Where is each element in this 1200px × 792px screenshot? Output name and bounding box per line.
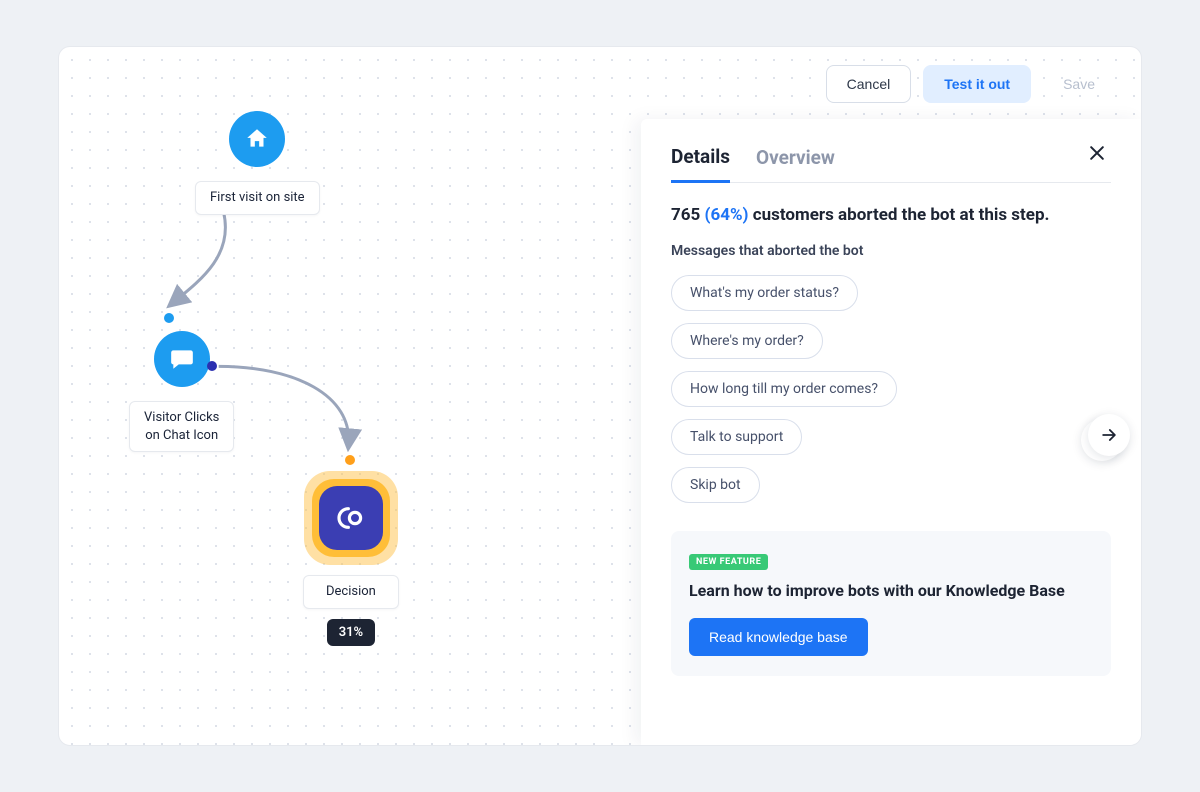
aborted-message-chip[interactable]: Skip bot	[671, 467, 760, 503]
chat-icon	[154, 331, 210, 387]
aborted-message-chip[interactable]: Talk to support	[671, 419, 802, 455]
save-button: Save	[1043, 65, 1115, 103]
decision-icon	[319, 486, 383, 550]
connector-dot-orange	[345, 455, 355, 465]
node-label: Visitor Clicks on Chat Icon	[129, 401, 234, 452]
abort-count: 765	[671, 205, 700, 225]
cancel-button[interactable]: Cancel	[826, 65, 912, 103]
read-knowledge-base-button[interactable]: Read knowledge base	[689, 618, 868, 656]
close-icon[interactable]	[1087, 143, 1111, 167]
aborted-message-chip[interactable]: What's my order status?	[671, 275, 858, 311]
next-step-floating-button[interactable]	[1088, 414, 1130, 456]
flow-node-decision[interactable]: Decision 31%	[303, 471, 399, 646]
aborted-message-chip[interactable]: Where's my order?	[671, 323, 823, 359]
flow-node-chat-click[interactable]: Visitor Clicks on Chat Icon	[129, 331, 234, 452]
home-icon	[229, 111, 285, 167]
abort-summary-text: customers aborted the bot at this step.	[753, 205, 1050, 225]
arrow-right-icon	[1099, 425, 1119, 445]
step-detail-panel: Details Overview 765 (64%) customers abo…	[641, 119, 1141, 745]
decision-rate-badge: 31%	[327, 619, 375, 646]
knowledge-base-card: NEW FEATURE Learn how to improve bots wi…	[671, 531, 1111, 676]
tab-overview[interactable]: Overview	[756, 146, 835, 181]
aborted-message-chip[interactable]: How long till my order comes?	[671, 371, 897, 407]
node-label: First visit on site	[195, 181, 320, 215]
new-feature-badge: NEW FEATURE	[689, 554, 768, 570]
abort-summary: 765 (64%) customers aborted the bot at t…	[671, 205, 1111, 225]
messages-section-label: Messages that aborted the bot	[671, 243, 1111, 259]
abort-percent: (64%)	[705, 205, 749, 225]
bot-flow-canvas: Cancel Test it out Save First visit on s…	[58, 46, 1142, 746]
flow-node-first-visit[interactable]: First visit on site	[195, 111, 320, 215]
action-bar: Cancel Test it out Save	[826, 65, 1115, 103]
kb-card-title: Learn how to improve bots with our Knowl…	[689, 580, 1093, 602]
connector-dot-purple	[207, 361, 217, 371]
connector-dot-blue	[164, 313, 174, 323]
test-it-out-button[interactable]: Test it out	[923, 65, 1031, 103]
node-label: Decision	[303, 575, 399, 609]
panel-tabs: Details Overview	[671, 145, 1111, 183]
aborted-message-list: What's my order status? Where's my order…	[671, 275, 1111, 503]
tab-details[interactable]: Details	[671, 145, 730, 183]
